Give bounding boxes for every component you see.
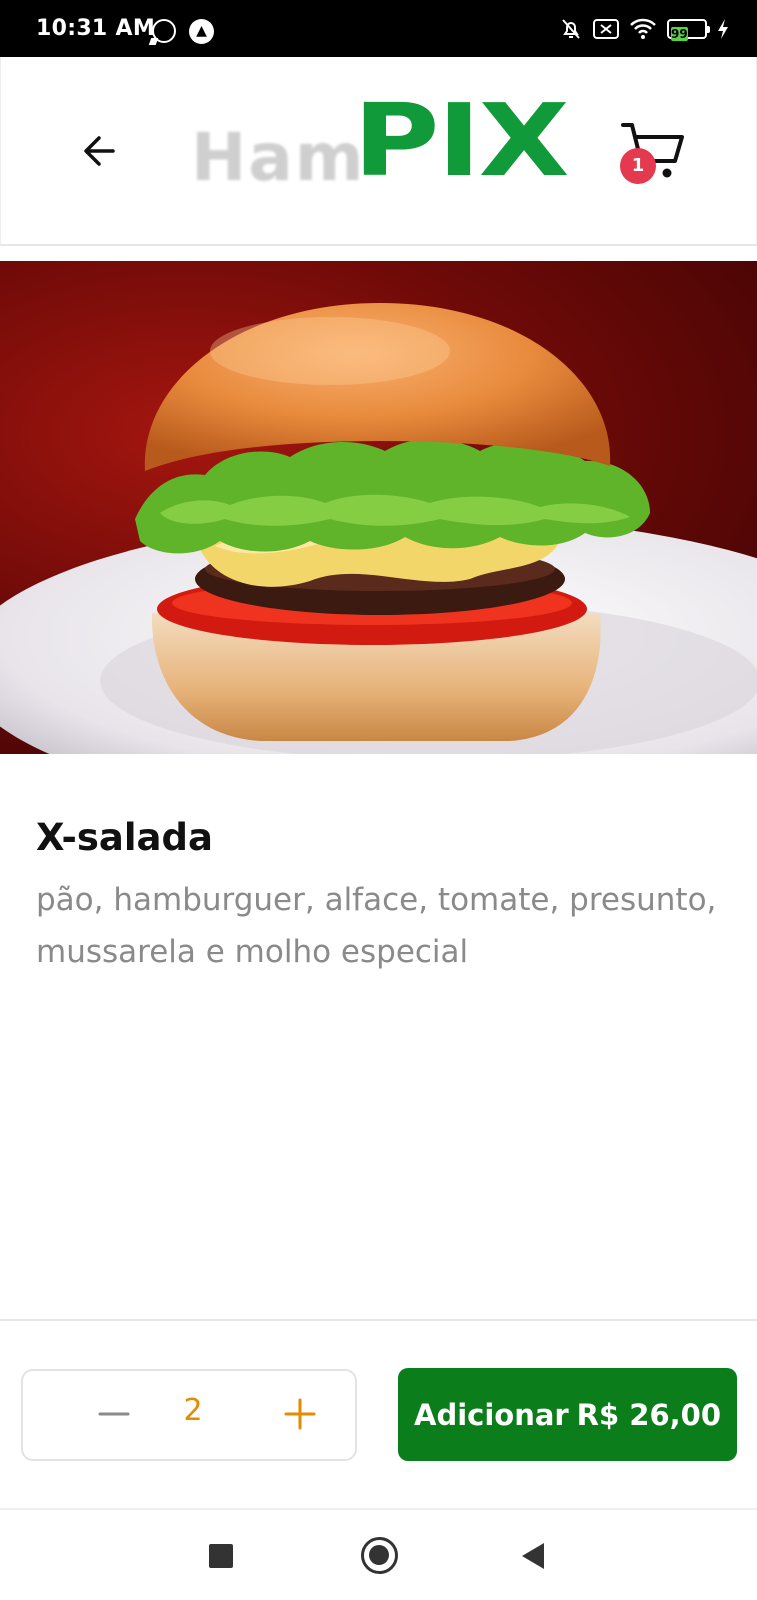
- home-icon[interactable]: [361, 1537, 398, 1574]
- logo-ham-text: Ham: [191, 119, 366, 196]
- decrease-quantity-button[interactable]: [89, 1391, 139, 1441]
- arrow-left-icon: [79, 131, 119, 175]
- hampix-logo: Ham PIX: [191, 91, 571, 197]
- back-button[interactable]: [71, 125, 127, 181]
- product-description: pão, hamburguer, alface, tomate, presunt…: [36, 882, 717, 970]
- logo-pix-text: PIX: [353, 82, 570, 199]
- recent-apps-icon[interactable]: [209, 1544, 233, 1568]
- add-to-cart-button[interactable]: Adicionar R$ 26,00: [398, 1368, 737, 1461]
- whatsapp-icon: [152, 19, 176, 43]
- cart-count-badge: 1: [620, 148, 656, 184]
- sim-off-icon: [593, 18, 619, 40]
- status-time: 10:31 AM: [36, 16, 156, 41]
- wifi-icon: [629, 18, 657, 40]
- quantity-value: 2: [183, 1393, 203, 1428]
- back-triangle-icon[interactable]: [522, 1543, 544, 1569]
- status-icons: 99: [559, 15, 729, 43]
- battery-icon: 99: [667, 19, 710, 41]
- quantity-stepper: 2: [21, 1369, 357, 1461]
- increase-quantity-button[interactable]: [275, 1391, 325, 1441]
- product-name: X-salada: [36, 816, 213, 859]
- product-image: [0, 261, 757, 754]
- action-bar-divider: [0, 1319, 757, 1321]
- add-button-label: Adicionar: [414, 1397, 569, 1432]
- system-navbar: [0, 1510, 757, 1600]
- charging-icon: [717, 18, 729, 40]
- minus-icon: [98, 1398, 130, 1434]
- bell-muted-icon: [559, 17, 583, 41]
- battery-level: 99: [671, 27, 688, 41]
- status-bar: 10:31 AM ▲ 99: [0, 0, 757, 57]
- burger-illustration: [0, 303, 757, 754]
- plus-icon: [284, 1398, 316, 1434]
- app-notification-icon: ▲: [189, 19, 214, 44]
- app-header: Ham PIX 1: [0, 57, 757, 246]
- add-button-price: R$ 26,00: [576, 1397, 721, 1432]
